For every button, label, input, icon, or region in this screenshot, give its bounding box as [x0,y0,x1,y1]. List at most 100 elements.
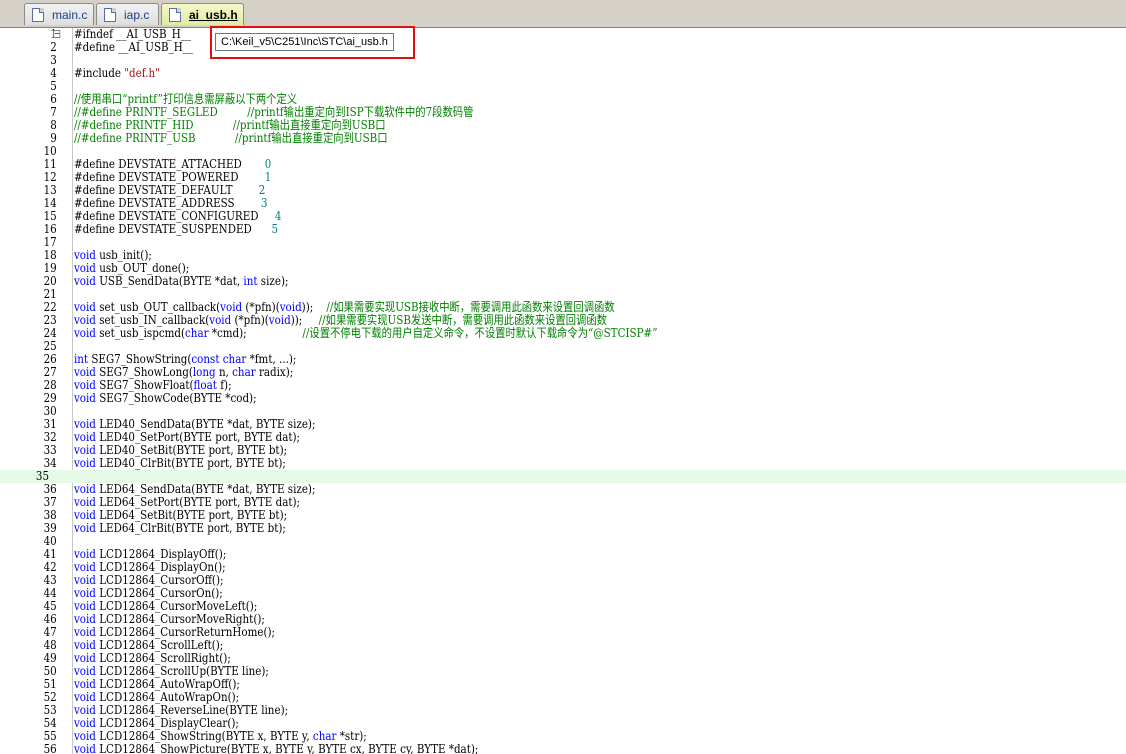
code-token: void [73,573,96,587]
code-token: #define __AI_USB_H__ [73,40,194,54]
code-token: usb_OUT_done(); [95,261,190,275]
annotation-highlight-box [210,26,415,59]
code-token: void [73,417,96,431]
code-token: void [73,521,96,535]
line-number: 56 [43,742,57,754]
code-token: LED40_SendData(BYTE *dat, BYTE size); [95,417,316,431]
line-number: 7 [50,105,57,119]
code-text: void USB_SendData(BYTE *dat, int size); [74,275,289,288]
code-line[interactable]: 2 #define __AI_USB_H__ [0,41,1118,54]
code-token: void [73,560,96,574]
code-text: void LCD12864_ShowPicture(BYTE x, BYTE y… [74,743,478,754]
code-line[interactable]: 9//#define PRINTF_USB //printf输出直接重定向到US… [0,132,1118,145]
code-line[interactable]: 4 #include "def.h" [0,67,1118,80]
code-token: LED64_SetBit(BYTE port, BYTE bt); [95,508,288,522]
code-token: int [73,352,89,366]
code-token: void [73,716,96,730]
code-token: void [268,313,291,327]
code-token: LCD12864_DisplayOff(); [95,547,227,561]
tab-label: ai_usb.h [189,7,238,22]
code-token: LCD12864_ScrollLeft(); [95,638,224,652]
code-token: void [73,664,96,678]
code-token: void [73,378,96,392]
code-token: set_usb_OUT_callback( [95,300,221,314]
tab-label: iap.c [124,7,150,22]
c-file-icon [32,7,44,22]
code-token: void [209,313,232,327]
code-token: (*pfn)( [231,313,269,327]
code-token: void [73,313,96,327]
code-token: LCD12864_CursorOff(); [95,573,224,587]
fold-toggle-icon[interactable]: − [53,30,61,38]
code-line[interactable]: 29 void SEG7_ShowCode(BYTE *cod); [0,392,1118,405]
code-text: void set_usb_ispcmd(char *cmd); //设置不停电下… [74,327,658,340]
code-token: long [192,365,216,379]
code-line[interactable]: 17 [0,236,1118,249]
code-token: LED64_ClrBit(BYTE port, BYTE bt); [95,521,286,535]
line-number: 1 [0,28,57,41]
code-token: void [73,456,96,470]
code-token: *fmt, ...); [246,352,297,366]
code-line[interactable]: 24 void set_usb_ispcmd(char *cmd); //设置不停… [0,327,1118,340]
code-token: set_usb_IN_callback( [95,313,210,327]
code-token: char [232,365,256,379]
code-token: SEG7_ShowCode(BYTE *cod); [95,391,257,405]
line-number: 35 [35,469,50,483]
code-line[interactable]: 16 #define DEVSTATE_SUSPENDED 5 [0,223,1118,236]
code-token: set_usb_ispcmd( [95,326,186,340]
code-token: #define DEVSTATE_POWERED [73,170,265,184]
tab-label: main.c [52,7,88,22]
code-token: size); [257,274,289,288]
code-token: SEG7_ShowString( [88,352,192,366]
tab-ai-usb-h[interactable]: ai_usb.h [161,3,244,25]
code-token: usb_init(); [95,248,152,262]
code-lines: 1−#ifndef __AI_USB_H__2#define __AI_USB_… [0,28,1126,754]
code-token: void [73,248,96,262]
code-line[interactable]: 3 [0,54,1118,67]
code-token: void [73,677,96,691]
code-token: void [73,651,96,665]
code-token: void [73,612,96,626]
code-line[interactable]: 20 void USB_SendData(BYTE *dat, int size)… [0,275,1118,288]
code-token: *cmd); [208,326,303,340]
line-number: 3 [50,53,57,67]
code-token: void [73,703,96,717]
code-token: void [73,482,96,496]
tab-iap-c[interactable]: iap.c [96,3,159,25]
code-text: #define __AI_USB_H__ [74,41,193,54]
code-editor[interactable]: 1−#ifndef __AI_USB_H__2#define __AI_USB_… [0,28,1126,754]
code-token: )); [301,300,327,314]
code-token: #define DEVSTATE_DEFAULT [73,183,259,197]
line-number: 8 [50,118,57,132]
code-line[interactable]: 56 void LCD12864_ShowPicture(BYTE x, BYTE… [0,743,1118,754]
code-line[interactable]: 39 void LED64_ClrBit(BYTE port, BYTE bt); [0,522,1118,535]
code-text: void LED64_ClrBit(BYTE port, BYTE bt); [74,522,286,535]
code-token: #define DEVSTATE_ADDRESS [73,196,261,210]
code-token: "def.h" [124,66,160,80]
code-token: void [73,261,96,275]
code-token: LCD12864_AutoWrapOff(); [95,677,240,691]
code-token: )); [290,313,319,327]
code-token: const char [191,352,247,366]
code-token: char [185,326,209,340]
tab-main-c[interactable]: main.c [24,3,94,25]
code-token: LCD12864_ScrollUp(BYTE line); [95,664,269,678]
line-number: 4 [50,66,57,80]
code-token: void [73,300,96,314]
code-token: void [73,599,96,613]
code-token: LCD12864_CursorOn(); [95,586,223,600]
code-token: f); [216,378,232,392]
code-token: 3 [260,196,268,210]
code-token: //#define PRINTF_USB //printf输出直接重定向到USB… [73,131,388,145]
code-token: void [73,430,96,444]
code-token: *str); [336,729,367,743]
code-token: void [73,742,96,754]
code-token: void [279,300,302,314]
code-token: #define DEVSTATE_ATTACHED [73,157,265,171]
code-line[interactable]: 34 void LED40_ClrBit(BYTE port, BYTE bt); [0,457,1118,470]
code-token: USB_SendData(BYTE *dat, [95,274,244,288]
code-text: void LED40_ClrBit(BYTE port, BYTE bt); [74,457,286,470]
code-token: 4 [274,209,282,223]
code-token: void [73,625,96,639]
code-token: LED40_ClrBit(BYTE port, BYTE bt); [95,456,286,470]
